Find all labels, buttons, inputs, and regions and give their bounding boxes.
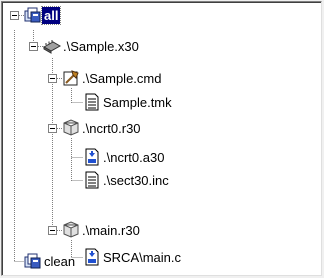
- source-file-icon: [85, 248, 99, 266]
- project-tree-panel: all .\Sample.x30 .\Sample.cmd Sample.tmk…: [1, 1, 322, 276]
- text-file-icon: [85, 93, 99, 111]
- tree-item-sect30-inc[interactable]: .\sect30.inc: [101, 172, 171, 189]
- target-group-icon: [24, 253, 41, 269]
- chip-icon: [43, 40, 61, 54]
- collapse-toggle-ncrt0-r30[interactable]: [48, 124, 57, 133]
- tree-item-sample-cmd[interactable]: .\Sample.cmd: [80, 70, 163, 87]
- tree-item-ncrt0-r30[interactable]: .\ncrt0.r30: [80, 120, 143, 137]
- object-file-icon: [63, 119, 79, 136]
- tree-item-sample-x30[interactable]: .\Sample.x30: [61, 38, 141, 55]
- tree-item-clean[interactable]: clean: [42, 253, 77, 270]
- source-file-icon: [85, 148, 99, 166]
- collapse-toggle-main-r30[interactable]: [48, 226, 57, 235]
- tree-item-main-c[interactable]: SRCA\main.c: [101, 249, 183, 266]
- object-file-icon: [63, 221, 79, 238]
- collapse-toggle-sample-cmd[interactable]: [48, 74, 57, 83]
- collapse-toggle-sample-x30[interactable]: [29, 42, 38, 51]
- tree-item-ncrt0-a30[interactable]: .\ncrt0.a30: [101, 149, 166, 166]
- text-file-icon: [85, 171, 99, 189]
- tree-item-sample-tmk[interactable]: Sample.tmk: [101, 94, 174, 111]
- build-command-icon: [63, 70, 79, 86]
- target-group-icon: [24, 7, 41, 23]
- tree-item-all[interactable]: all: [40, 6, 62, 25]
- tree-item-main-r30[interactable]: .\main.r30: [80, 222, 142, 239]
- collapse-toggle-all[interactable]: [10, 11, 19, 20]
